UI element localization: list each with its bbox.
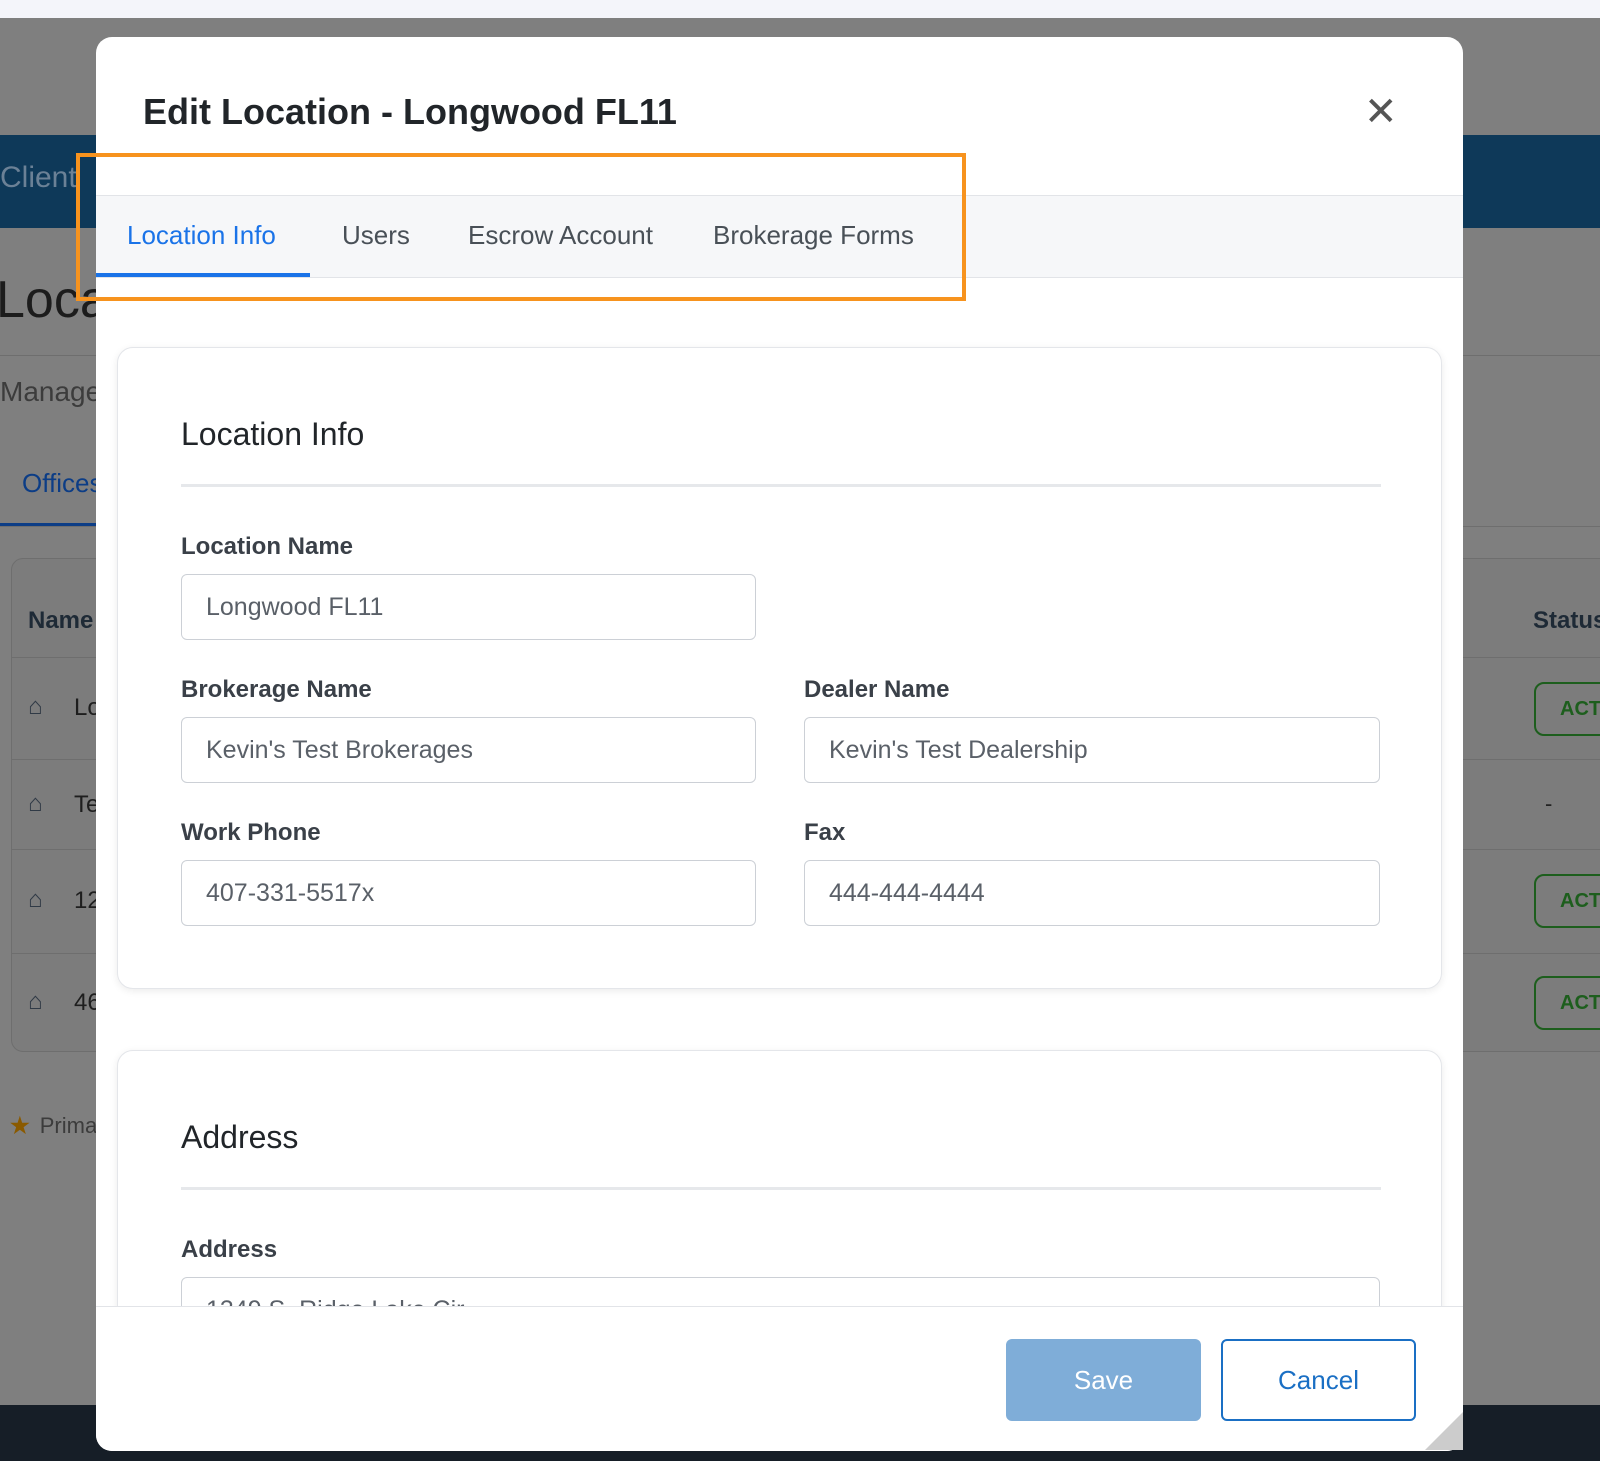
section-divider [181,1187,1381,1190]
brokerage-name-label: Brokerage Name [181,676,372,703]
dealer-name-label: Dealer Name [804,676,950,703]
modal-footer: Save Cancel [96,1306,1463,1451]
address-label: Address [181,1236,278,1263]
header-name: Name [28,607,94,634]
star-icon: ★ [10,1113,30,1138]
fax-label: Fax [804,819,846,846]
store-icon: ⌂ [28,693,43,720]
status-badge: ACTI [1534,976,1600,1030]
work-phone-label: Work Phone [181,819,321,846]
resize-handle[interactable] [1425,1412,1463,1450]
dealer-name-input[interactable] [804,717,1380,783]
store-icon: ⌂ [28,886,43,913]
modal-body: Location Info Location Name Brokerage Na… [96,279,1463,1343]
status-badge: ACTI [1534,874,1600,928]
work-phone-input[interactable] [181,860,756,926]
brokerage-name-input[interactable] [181,717,756,783]
cancel-button[interactable]: Cancel [1221,1339,1416,1421]
fax-input[interactable] [804,860,1380,926]
nav-label: Client [0,161,77,194]
address-card: Address Address [117,1050,1442,1343]
location-name-label: Location Name [181,533,354,560]
section-divider [181,484,1381,487]
section-heading: Address [181,1119,299,1155]
legend-text: Prima [39,1113,98,1138]
header-status: Status [1533,607,1600,634]
primary-legend: ★ Prima [10,1113,97,1139]
modal-title: Edit Location - Longwood FL11 [143,91,677,132]
save-button[interactable]: Save [1006,1339,1201,1421]
status-text: - [1545,791,1553,816]
location-name-input[interactable] [181,574,756,640]
store-icon: ⌂ [28,790,43,817]
location-info-card: Location Info Location Name Brokerage Na… [117,347,1442,989]
status-badge: ACTI [1534,682,1600,736]
section-heading: Location Info [181,416,365,452]
highlight-box [76,153,966,301]
page-subtitle: Manage [0,376,102,407]
close-icon[interactable]: ✕ [1364,89,1398,135]
tab-offices: Offices [22,468,103,498]
store-icon: ⌂ [28,988,43,1015]
browser-strip [0,0,1600,18]
